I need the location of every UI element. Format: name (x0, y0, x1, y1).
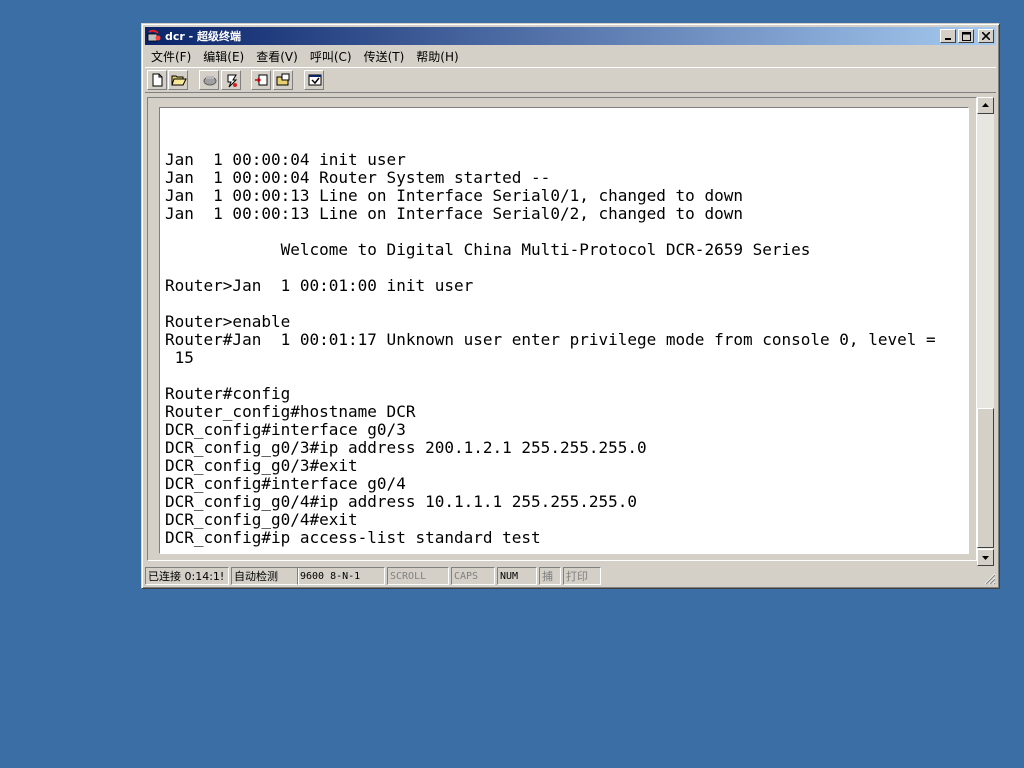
new-file-icon[interactable] (147, 70, 167, 90)
terminal-frame: Jan 1 00:00:04 init user Jan 1 00:00:04 … (147, 97, 977, 561)
open-folder-icon[interactable] (168, 70, 188, 90)
minimize-button[interactable] (940, 29, 956, 43)
menu-bar: 文件(F) 编辑(E) 查看(V) 呼叫(C) 传送(T) 帮助(H) (145, 46, 996, 66)
window-title: dcr - 超级终端 (165, 30, 242, 43)
disconnect-icon[interactable] (221, 70, 241, 90)
status-detect: 自动检测 (231, 567, 299, 585)
terminal-output[interactable]: Jan 1 00:00:04 init user Jan 1 00:00:04 … (165, 151, 936, 547)
menu-file[interactable]: 文件(F) (145, 48, 197, 65)
status-bar: 已连接 0:14:1! 自动检测 9600 8-N-1 SCROLL CAPS … (145, 567, 996, 585)
title-bar[interactable]: dcr - 超级终端 (145, 27, 996, 45)
status-scroll: SCROLL (387, 567, 449, 585)
vertical-scrollbar[interactable] (977, 97, 994, 566)
scroll-thumb[interactable] (977, 408, 994, 548)
hyperterminal-window: dcr - 超级终端 文件(F) 编辑(E) 查看(V) 呼叫(C) 传送(T)… (141, 23, 1000, 589)
menu-transfer[interactable]: 传送(T) (358, 48, 411, 65)
menu-edit[interactable]: 编辑(E) (197, 48, 250, 65)
receive-file-icon[interactable] (273, 70, 293, 90)
menu-call[interactable]: 呼叫(C) (304, 48, 358, 65)
menu-view[interactable]: 查看(V) (250, 48, 304, 65)
status-port: 9600 8-N-1 (297, 567, 385, 585)
maximize-button[interactable] (958, 29, 974, 43)
terminal-screen[interactable]: Jan 1 00:00:04 init user Jan 1 00:00:04 … (159, 107, 969, 554)
dial-icon[interactable] (199, 70, 219, 90)
status-print: 打印 (563, 567, 601, 585)
resize-grip-icon[interactable] (982, 571, 996, 585)
close-button[interactable] (978, 29, 994, 43)
send-file-icon[interactable] (251, 70, 271, 90)
status-num: NUM (497, 567, 537, 585)
status-caps: CAPS (451, 567, 495, 585)
scroll-down-button[interactable] (977, 549, 994, 566)
status-connected: 已连接 0:14:1! (145, 567, 229, 585)
toolbar (145, 67, 996, 93)
menu-help[interactable]: 帮助(H) (410, 48, 464, 65)
properties-icon[interactable] (304, 70, 324, 90)
status-capture: 捕 (539, 567, 561, 585)
scroll-up-button[interactable] (977, 97, 994, 114)
hyperterminal-icon[interactable] (147, 29, 161, 43)
